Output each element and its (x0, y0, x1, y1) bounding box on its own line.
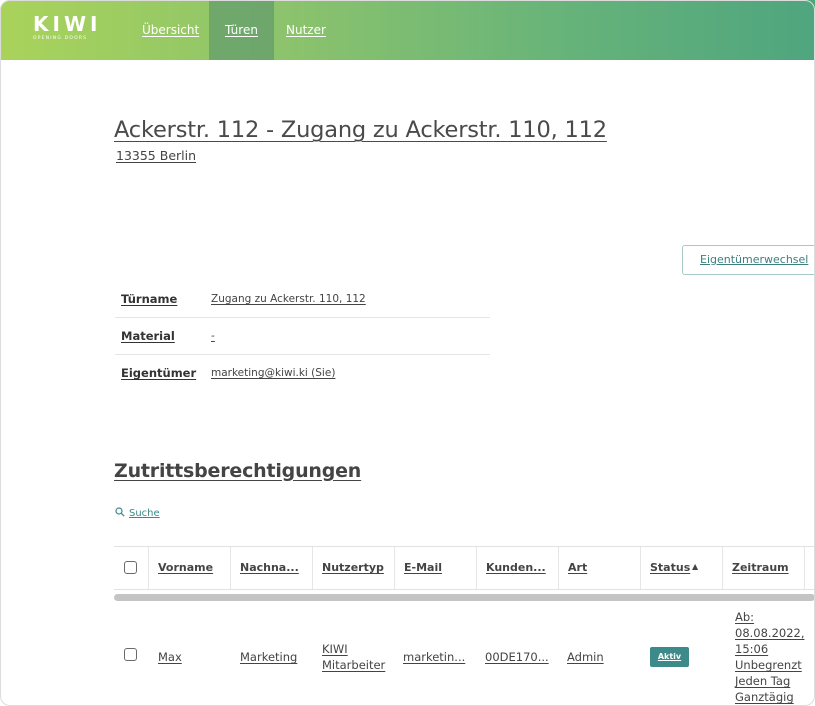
column-header-zeitraum[interactable]: Zeitraum (723, 547, 805, 589)
cell-art[interactable]: Admin (567, 650, 604, 664)
logo-wordmark: KIWI (33, 12, 102, 36)
owner-change-button[interactable]: Eigentümerwechsel (682, 245, 815, 275)
cell-vorname[interactable]: Max (158, 650, 182, 664)
zeitraum-line: 08.08.2022, (735, 626, 805, 640)
header-select-all-cell (114, 547, 149, 589)
select-all-checkbox[interactable] (124, 561, 137, 574)
cell-zeitraum[interactable]: Ab: 08.08.2022, 15:06 Unbegrenzt Jeden T… (735, 609, 815, 705)
kiwi-logo[interactable]: KIWI OPENING DOORS (33, 13, 101, 41)
cell-nutzertyp-line1[interactable]: KIWI (322, 642, 348, 656)
status-badge[interactable]: Aktiv (650, 647, 689, 667)
sort-ascending-icon: ▲ (692, 562, 699, 571)
detail-row-eigentuemer: Eigentümer marketing@kiwi.ki (Sie) (115, 355, 490, 392)
horizontal-scrollbar[interactable] (114, 594, 815, 601)
search-label: Suche (129, 508, 160, 519)
column-header-label: Status (650, 561, 691, 574)
section-title-permissions[interactable]: Zutrittsberechtigungen (114, 460, 361, 482)
nav-link-nutzer[interactable]: Nutzer (286, 0, 326, 60)
detail-value[interactable]: - (211, 330, 215, 342)
search-link[interactable]: Suche (115, 507, 160, 519)
column-header-label: Nutzertyp (322, 561, 384, 574)
logo-tagline: OPENING DOORS (33, 36, 88, 41)
zeitraum-line: 15:06 (735, 642, 769, 656)
nav-link-uebersicht[interactable]: Übersicht (142, 0, 199, 60)
zeitraum-line: Jeden Tag (735, 674, 791, 688)
page-subtitle-address[interactable]: 13355 Berlin (116, 148, 196, 163)
detail-row-material: Material - (115, 318, 490, 355)
column-header-art[interactable]: Art (559, 547, 641, 589)
detail-value[interactable]: marketing@kiwi.ki (Sie) (211, 367, 335, 379)
column-header-vorname[interactable]: Vorname (149, 547, 231, 589)
row-checkbox[interactable] (124, 648, 137, 661)
detail-label: Türname (121, 292, 178, 306)
cell-nachname[interactable]: Marketing (240, 650, 297, 664)
column-header-label: Kunden... (486, 561, 546, 574)
table-header: Vorname Nachna... Nutzertyp E-Mail Kunde… (114, 546, 815, 590)
column-header-label: E-Mail (404, 561, 442, 574)
page-title[interactable]: Ackerstr. 112 - Zugang zu Ackerstr. 110,… (114, 117, 607, 143)
detail-row-tuername: Türname Zugang zu Ackerstr. 110, 112 (115, 281, 490, 318)
column-header-nutzertyp[interactable]: Nutzertyp (313, 547, 395, 589)
column-header-label: Nachna... (240, 561, 299, 574)
zeitraum-line: Ab: (735, 610, 755, 624)
column-header-status[interactable]: Status ▲ (641, 547, 723, 589)
zeitraum-line: Ganztägig (735, 690, 794, 704)
column-header-label: Zeitraum (732, 561, 789, 574)
zeitraum-line: Unbegrenzt (735, 658, 802, 672)
detail-label: Eigentümer (121, 366, 197, 380)
column-header-label: Art (568, 561, 588, 574)
column-header-label: Vorname (158, 561, 214, 574)
cell-email[interactable]: marketin... (403, 650, 465, 664)
cell-nutzertyp-line2[interactable]: Mitarbeiter (322, 658, 385, 672)
search-icon (115, 507, 125, 517)
cell-kunden[interactable]: 00DE170... (485, 650, 549, 664)
nav-link-tueren[interactable]: Türen (209, 0, 274, 60)
detail-label: Material (121, 329, 175, 343)
detail-value[interactable]: Zugang zu Ackerstr. 110, 112 (211, 293, 366, 305)
column-header-email[interactable]: E-Mail (395, 547, 477, 589)
column-header-kunden[interactable]: Kunden... (477, 547, 559, 589)
top-navbar: KIWI OPENING DOORS Übersicht Türen Nutze… (0, 0, 815, 60)
column-header-nachname[interactable]: Nachna... (231, 547, 313, 589)
